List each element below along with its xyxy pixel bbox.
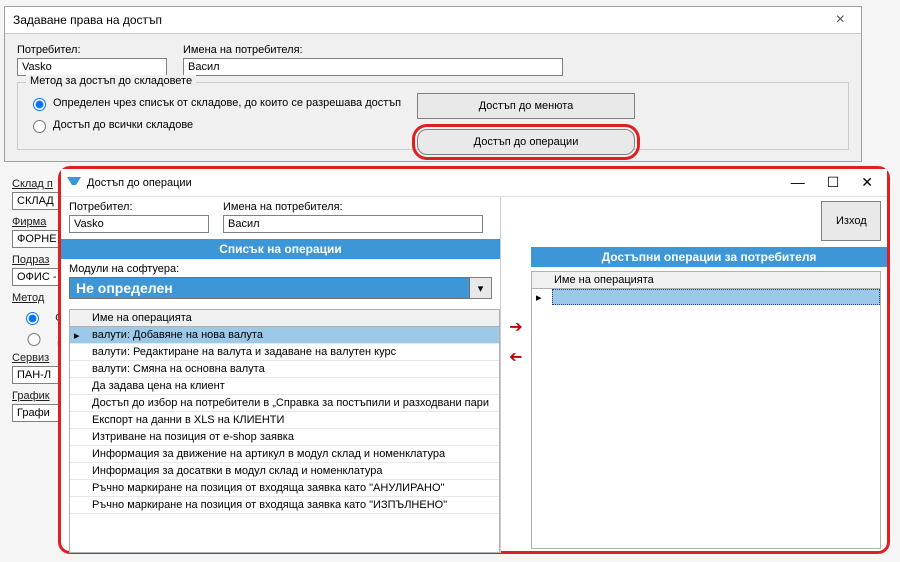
table-row[interactable]: Ръчно маркиране на позиция от входяща за… <box>70 480 499 497</box>
operations-list-header: Списък на операции <box>61 239 500 259</box>
operation-name: Ръчно маркиране на позиция от входяща за… <box>92 482 444 494</box>
close-icon[interactable]: × <box>828 11 853 29</box>
dialog-titlebar: Достъп до операции — ☐ ✕ <box>61 169 887 197</box>
access-operations-button[interactable]: Достъп до операции <box>417 129 635 155</box>
operation-name: валути: Редактиране на валута и задаване… <box>92 346 396 358</box>
minimize-icon[interactable]: — <box>783 172 813 193</box>
filter-icon <box>67 177 81 189</box>
module-selected-value: Не определен <box>69 277 470 299</box>
operation-name: Достъп до избор на потребители в „Справк… <box>92 397 489 409</box>
user-input[interactable] <box>17 58 167 76</box>
bg-radio[interactable] <box>17 312 48 325</box>
table-row[interactable] <box>552 289 880 305</box>
table-row[interactable]: Ръчно маркиране на позиция от входяща за… <box>70 497 499 514</box>
user-operations-header: Достъпни операции за потребителя <box>531 247 887 267</box>
names-input[interactable] <box>223 215 483 233</box>
user-operations-panel: Изход Достъпни операции за потребителя И… <box>531 197 887 553</box>
row-cursor-icon: ▸ <box>74 329 80 342</box>
dialog-titlebar: Задаване права на достъп × <box>5 7 861 34</box>
table-row[interactable]: ▸ валути: Добавяне на нова валута <box>70 327 499 344</box>
names-label: Имена на потребителя: <box>183 44 563 56</box>
table-row[interactable]: Експорт на данни в XLS на КЛИЕНТИ <box>70 412 499 429</box>
exit-button[interactable]: Изход <box>821 201 881 241</box>
table-row[interactable]: Информация за досатвки в модул склад и н… <box>70 463 499 480</box>
names-label: Имена на потребителя: <box>223 201 483 213</box>
operation-name: Изтриване на позиция от e-shop заявка <box>92 431 294 443</box>
operations-access-dialog: Достъп до операции — ☐ ✕ Потребител: Име… <box>58 166 890 554</box>
operation-name: Ръчно маркиране на позиция от входяща за… <box>92 499 447 511</box>
operation-name: валути: Смяна на основна валута <box>92 363 265 375</box>
operation-name: Информация за досатвки в модул склад и н… <box>92 465 383 477</box>
operations-grid[interactable]: Име на операцията ▸ валути: Добавяне на н… <box>69 309 500 553</box>
column-header[interactable]: Име на операцията <box>532 272 880 289</box>
access-rights-dialog: Задаване права на достъп × Потребител: И… <box>4 6 862 162</box>
operations-left-panel: Потребител: Имена на потребителя: Списък… <box>61 197 501 553</box>
group-title: Метод за достъп до складовете <box>26 75 196 87</box>
table-row[interactable]: валути: Редактиране на валута и задаване… <box>70 344 499 361</box>
operation-name: Да задава цена на клиент <box>92 380 225 392</box>
modules-label: Модули на софтуера: <box>69 263 179 275</box>
row-cursor-icon: ▸ <box>536 291 542 304</box>
maximize-icon[interactable]: ☐ <box>819 172 848 193</box>
user-input[interactable] <box>69 215 209 233</box>
table-row[interactable]: Изтриване на позиция от e-shop заявка <box>70 429 499 446</box>
arrow-right-icon[interactable]: ➔ <box>509 317 522 337</box>
operation-name: валути: Добавяне на нова валута <box>92 329 263 341</box>
module-select[interactable]: Не определен ▾ <box>69 277 492 299</box>
dialog-title: Достъп до операции <box>87 177 192 189</box>
column-header[interactable]: Име на операцията <box>70 310 499 327</box>
access-menus-button[interactable]: Достъп до менюта <box>417 93 635 119</box>
table-row[interactable]: Да задава цена на клиент <box>70 378 499 395</box>
table-row[interactable]: Информация за движение на артикул в моду… <box>70 446 499 463</box>
names-input[interactable] <box>183 58 563 76</box>
user-label: Потребител: <box>17 44 167 56</box>
radio-input[interactable] <box>33 120 46 133</box>
chevron-down-icon[interactable]: ▾ <box>470 277 492 299</box>
dialog-title: Задаване права на достъп <box>13 13 162 27</box>
arrow-left-icon[interactable]: ➔ <box>509 347 522 367</box>
radio-input[interactable] <box>33 98 46 111</box>
user-label: Потребител: <box>69 201 209 213</box>
table-row[interactable]: валути: Смяна на основна валута <box>70 361 499 378</box>
table-row[interactable]: Достъп до избор на потребители в „Справк… <box>70 395 499 412</box>
operation-name: Информация за движение на артикул в моду… <box>92 448 445 460</box>
user-operations-grid[interactable]: Име на операцията ▸ <box>531 271 881 549</box>
operation-name: Експорт на данни в XLS на КЛИЕНТИ <box>92 414 284 426</box>
close-icon[interactable]: ✕ <box>853 172 881 193</box>
transfer-arrows: ➔ ➔ <box>501 197 531 553</box>
bg-radio[interactable] <box>17 333 51 346</box>
